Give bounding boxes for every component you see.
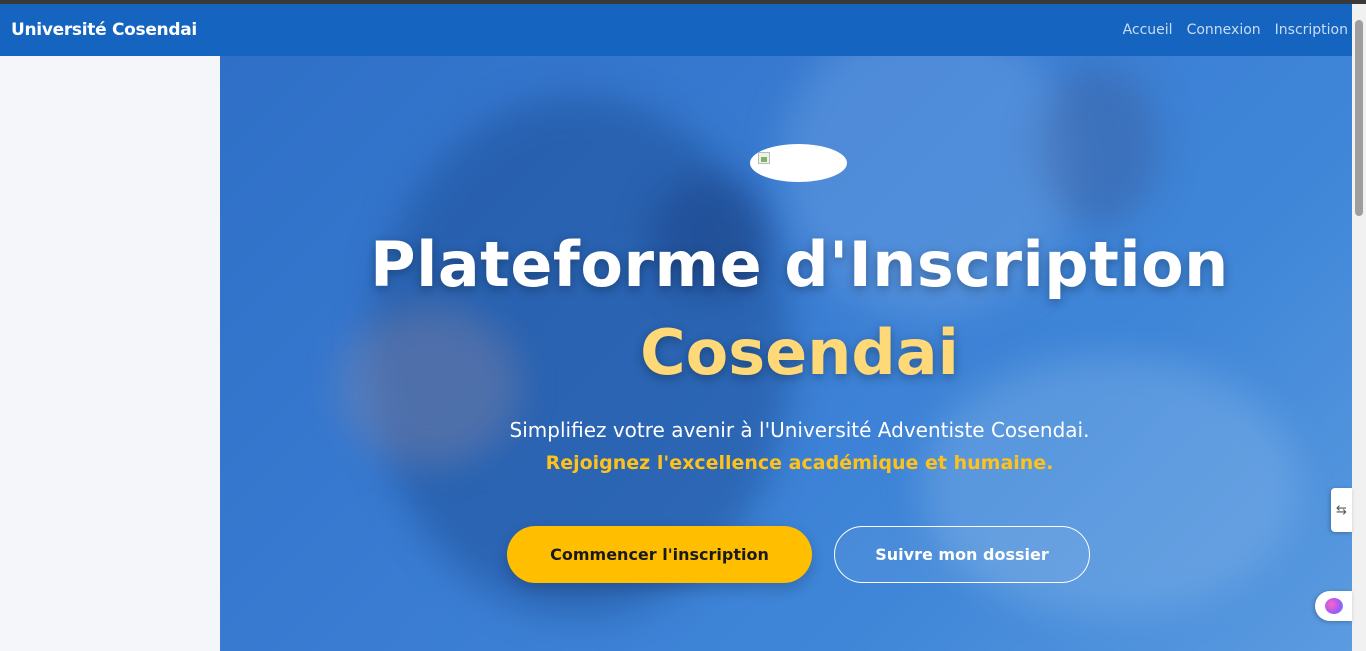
sidebar bbox=[0, 56, 220, 651]
brain-icon bbox=[1324, 598, 1343, 614]
university-logo bbox=[750, 144, 847, 182]
side-panel-tab[interactable]: ⇆ bbox=[1331, 488, 1352, 532]
nav-link-accueil[interactable]: Accueil bbox=[1123, 22, 1173, 38]
broken-image-icon bbox=[758, 152, 770, 164]
hero-tagline: Rejoignez l'excellence académique et hum… bbox=[545, 452, 1054, 474]
navbar: Université Cosendai Accueil Connexion In… bbox=[0, 4, 1352, 56]
brand-logo-text[interactable]: Université Cosendai bbox=[11, 20, 197, 40]
track-application-button[interactable]: Suivre mon dossier bbox=[834, 526, 1090, 583]
hero-title-highlight: Cosendai bbox=[640, 316, 959, 389]
hero-title: Plateforme d'Inscription bbox=[370, 228, 1229, 301]
page-scrollbar[interactable] bbox=[1352, 4, 1366, 651]
hero-section: Plateforme d'Inscription Cosendai Simpli… bbox=[220, 56, 1352, 651]
nav-link-connexion[interactable]: Connexion bbox=[1187, 22, 1261, 38]
hero-background-blur bbox=[1040, 66, 1160, 226]
scrollbar-thumb[interactable] bbox=[1355, 20, 1363, 216]
start-registration-button[interactable]: Commencer l'inscription bbox=[507, 526, 812, 583]
nav-links: Accueil Connexion Inscription bbox=[1123, 22, 1348, 38]
nav-link-inscription[interactable]: Inscription bbox=[1275, 22, 1348, 38]
hero-subtitle: Simplifiez votre avenir à l'Université A… bbox=[509, 418, 1090, 442]
arrows-icon: ⇆ bbox=[1336, 502, 1347, 518]
assistant-button[interactable] bbox=[1315, 591, 1352, 621]
